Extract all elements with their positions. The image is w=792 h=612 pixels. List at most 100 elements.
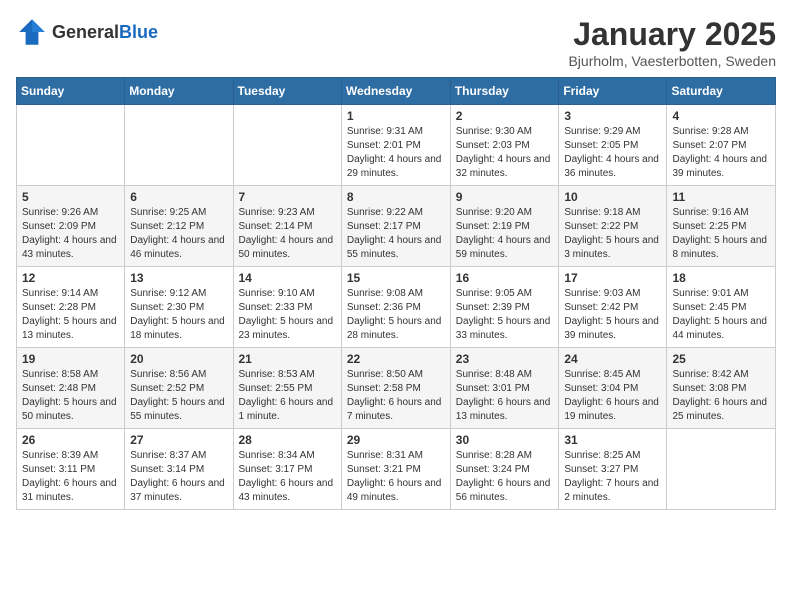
calendar-cell xyxy=(17,105,125,186)
weekday-header-wednesday: Wednesday xyxy=(341,78,450,105)
calendar-cell: 26 Sunrise: 8:39 AM Sunset: 3:11 PM Dayli… xyxy=(17,429,125,510)
day-info: Sunrise: 8:56 AM Sunset: 2:52 PM Dayligh… xyxy=(130,368,227,424)
calendar-cell: 27 Sunrise: 8:37 AM Sunset: 3:14 PM Dayli… xyxy=(125,429,233,510)
weekday-header-sunday: Sunday xyxy=(17,78,125,105)
calendar-cell: 31 Sunrise: 8:25 AM Sunset: 3:27 PM Dayli… xyxy=(559,429,667,510)
calendar-cell: 16Sunrise: 9:05 AM Sunset: 2:39 PM Dayli… xyxy=(450,267,559,348)
day-info: Sunrise: 8:45 AM Sunset: 3:04 PM Dayligh… xyxy=(564,368,661,424)
calendar-cell: 15 Sunrise: 9:08 AM Sunset: 2:36 PM Dayli… xyxy=(341,267,450,348)
day-info: Sunrise: 9:18 AM Sunset: 2:22 PM Dayligh… xyxy=(564,206,661,262)
day-info: Sunrise: 9:20 AM Sunset: 2:19 PM Dayligh… xyxy=(456,206,554,262)
calendar-cell: 28Sunrise: 8:34 AM Sunset: 3:17 PM Dayli… xyxy=(233,429,341,510)
day-number: 21 xyxy=(239,352,336,366)
day-number: 15 xyxy=(347,271,445,285)
logo-blue: Blue xyxy=(119,22,158,42)
day-info: Sunrise: 9:08 AM Sunset: 2:36 PM Dayligh… xyxy=(347,287,445,343)
day-number: 3 xyxy=(564,109,661,123)
day-number: 16 xyxy=(456,271,554,285)
day-info: Sunrise: 9:26 AM Sunset: 2:09 PM Dayligh… xyxy=(22,206,119,262)
week-row-5: 26 Sunrise: 8:39 AM Sunset: 3:11 PM Dayli… xyxy=(17,429,776,510)
weekday-header-friday: Friday xyxy=(559,78,667,105)
calendar-cell: 14Sunrise: 9:10 AM Sunset: 2:33 PM Dayli… xyxy=(233,267,341,348)
day-info: Sunrise: 9:23 AM Sunset: 2:14 PM Dayligh… xyxy=(239,206,336,262)
day-info: Sunrise: 9:29 AM Sunset: 2:05 PM Dayligh… xyxy=(564,125,661,181)
calendar-cell: 20Sunrise: 8:56 AM Sunset: 2:52 PM Dayli… xyxy=(125,348,233,429)
day-number: 12 xyxy=(22,271,119,285)
weekday-header-saturday: Saturday xyxy=(667,78,776,105)
calendar-table: SundayMondayTuesdayWednesdayThursdayFrid… xyxy=(16,77,776,510)
calendar-cell: 12 Sunrise: 9:14 AM Sunset: 2:28 PM Dayli… xyxy=(17,267,125,348)
day-number: 29 xyxy=(347,433,445,447)
calendar-cell: 8Sunrise: 9:22 AM Sunset: 2:17 PM Daylig… xyxy=(341,186,450,267)
calendar-cell: 22 Sunrise: 8:50 AM Sunset: 2:58 PM Dayli… xyxy=(341,348,450,429)
day-number: 9 xyxy=(456,190,554,204)
week-row-1: 1Sunrise: 9:31 AM Sunset: 2:01 PM Daylig… xyxy=(17,105,776,186)
calendar-subtitle: Bjurholm, Vaesterbotten, Sweden xyxy=(568,53,776,69)
weekday-header-monday: Monday xyxy=(125,78,233,105)
calendar-cell: 7 Sunrise: 9:23 AM Sunset: 2:14 PM Daylig… xyxy=(233,186,341,267)
day-number: 26 xyxy=(22,433,119,447)
logo: GeneralBlue xyxy=(16,16,158,48)
day-info: Sunrise: 8:28 AM Sunset: 3:24 PM Dayligh… xyxy=(456,449,554,505)
day-number: 11 xyxy=(672,190,770,204)
day-number: 1 xyxy=(347,109,445,123)
calendar-cell: 30Sunrise: 8:28 AM Sunset: 3:24 PM Dayli… xyxy=(450,429,559,510)
day-number: 13 xyxy=(130,271,227,285)
day-info: Sunrise: 8:50 AM Sunset: 2:58 PM Dayligh… xyxy=(347,368,445,424)
day-info: Sunrise: 9:12 AM Sunset: 2:30 PM Dayligh… xyxy=(130,287,227,343)
day-info: Sunrise: 9:01 AM Sunset: 2:45 PM Dayligh… xyxy=(672,287,770,343)
day-info: Sunrise: 8:37 AM Sunset: 3:14 PM Dayligh… xyxy=(130,449,227,505)
day-number: 19 xyxy=(22,352,119,366)
calendar-title: January 2025 xyxy=(568,16,776,53)
day-info: Sunrise: 8:39 AM Sunset: 3:11 PM Dayligh… xyxy=(22,449,119,505)
day-number: 6 xyxy=(130,190,227,204)
calendar-cell: 21 Sunrise: 8:53 AM Sunset: 2:55 PM Dayli… xyxy=(233,348,341,429)
day-info: Sunrise: 8:25 AM Sunset: 3:27 PM Dayligh… xyxy=(564,449,661,505)
day-number: 7 xyxy=(239,190,336,204)
logo-general: General xyxy=(52,22,119,42)
calendar-cell: 18 Sunrise: 9:01 AM Sunset: 2:45 PM Dayli… xyxy=(667,267,776,348)
day-info: Sunrise: 9:03 AM Sunset: 2:42 PM Dayligh… xyxy=(564,287,661,343)
day-number: 17 xyxy=(564,271,661,285)
calendar-cell: 23Sunrise: 8:48 AM Sunset: 3:01 PM Dayli… xyxy=(450,348,559,429)
calendar-cell xyxy=(667,429,776,510)
title-area: January 2025 Bjurholm, Vaesterbotten, Sw… xyxy=(568,16,776,69)
week-row-4: 19 Sunrise: 8:58 AM Sunset: 2:48 PM Dayli… xyxy=(17,348,776,429)
logo-icon xyxy=(16,16,48,48)
day-number: 23 xyxy=(456,352,554,366)
day-info: Sunrise: 9:14 AM Sunset: 2:28 PM Dayligh… xyxy=(22,287,119,343)
day-info: Sunrise: 8:58 AM Sunset: 2:48 PM Dayligh… xyxy=(22,368,119,424)
calendar-cell: 5 Sunrise: 9:26 AM Sunset: 2:09 PM Daylig… xyxy=(17,186,125,267)
day-info: Sunrise: 9:28 AM Sunset: 2:07 PM Dayligh… xyxy=(672,125,770,181)
calendar-cell: 2Sunrise: 9:30 AM Sunset: 2:03 PM Daylig… xyxy=(450,105,559,186)
day-number: 4 xyxy=(672,109,770,123)
calendar-cell: 10 Sunrise: 9:18 AM Sunset: 2:22 PM Dayli… xyxy=(559,186,667,267)
day-number: 22 xyxy=(347,352,445,366)
calendar-cell: 6 Sunrise: 9:25 AM Sunset: 2:12 PM Daylig… xyxy=(125,186,233,267)
day-number: 28 xyxy=(239,433,336,447)
day-number: 27 xyxy=(130,433,227,447)
day-number: 5 xyxy=(22,190,119,204)
calendar-cell: 25Sunrise: 8:42 AM Sunset: 3:08 PM Dayli… xyxy=(667,348,776,429)
day-number: 25 xyxy=(672,352,770,366)
day-number: 24 xyxy=(564,352,661,366)
day-info: Sunrise: 9:25 AM Sunset: 2:12 PM Dayligh… xyxy=(130,206,227,262)
calendar-cell: 17 Sunrise: 9:03 AM Sunset: 2:42 PM Dayli… xyxy=(559,267,667,348)
day-number: 18 xyxy=(672,271,770,285)
day-number: 2 xyxy=(456,109,554,123)
weekday-header-tuesday: Tuesday xyxy=(233,78,341,105)
weekday-header-row: SundayMondayTuesdayWednesdayThursdayFrid… xyxy=(17,78,776,105)
calendar-cell xyxy=(233,105,341,186)
day-info: Sunrise: 8:53 AM Sunset: 2:55 PM Dayligh… xyxy=(239,368,336,424)
day-info: Sunrise: 9:16 AM Sunset: 2:25 PM Dayligh… xyxy=(672,206,770,262)
day-number: 31 xyxy=(564,433,661,447)
weekday-header-thursday: Thursday xyxy=(450,78,559,105)
day-number: 8 xyxy=(347,190,445,204)
calendar-cell: 3 Sunrise: 9:29 AM Sunset: 2:05 PM Daylig… xyxy=(559,105,667,186)
day-number: 10 xyxy=(564,190,661,204)
calendar-cell: 4 Sunrise: 9:28 AM Sunset: 2:07 PM Daylig… xyxy=(667,105,776,186)
week-row-3: 12 Sunrise: 9:14 AM Sunset: 2:28 PM Dayli… xyxy=(17,267,776,348)
calendar-cell: 1Sunrise: 9:31 AM Sunset: 2:01 PM Daylig… xyxy=(341,105,450,186)
day-info: Sunrise: 9:10 AM Sunset: 2:33 PM Dayligh… xyxy=(239,287,336,343)
calendar-cell xyxy=(125,105,233,186)
